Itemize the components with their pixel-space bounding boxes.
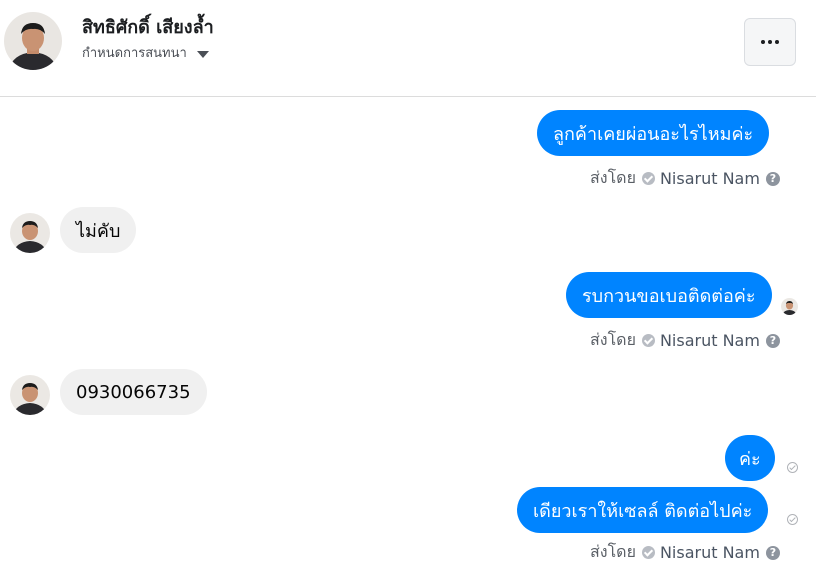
delivered-check-icon — [787, 462, 798, 473]
more-options-icon — [761, 40, 779, 44]
incoming-message[interactable]: 0930066735 — [60, 369, 207, 415]
help-icon[interactable]: ? — [765, 545, 780, 560]
outgoing-message[interactable]: ลูกค้าเคยผ่อนอะไรไหมค่ะ — [537, 110, 770, 156]
help-icon[interactable]: ? — [765, 171, 780, 186]
sent-by-info: ส่งโดย Nisarut Nam ? — [590, 540, 780, 565]
verified-check-icon — [641, 172, 655, 185]
delivered-check-icon — [787, 514, 798, 525]
sent-by-label: ส่งโดย — [590, 168, 636, 187]
sent-by-info: ส่งโดย Nisarut Nam ? — [590, 328, 780, 353]
outgoing-message[interactable]: ค่ะ — [725, 435, 775, 481]
conversation-schedule-dropdown[interactable]: กำหนดการสนทนา — [82, 42, 209, 63]
caret-down-icon — [196, 50, 209, 58]
sent-by-info: ส่งโดย Nisarut Nam ? — [590, 166, 780, 191]
contact-name[interactable]: สิทธิศักดิ์ เสียงล้ำ — [82, 12, 214, 41]
verified-check-icon — [641, 546, 655, 559]
conversation-schedule-label: กำหนดการสนทนา — [82, 46, 187, 61]
contact-avatar-small[interactable] — [10, 375, 50, 415]
sender-name[interactable]: Nisarut Nam — [660, 169, 760, 188]
seen-avatar — [781, 298, 798, 315]
outgoing-message[interactable]: รบกวนขอเบอติดต่อค่ะ — [566, 272, 772, 318]
sent-by-label: ส่งโดย — [590, 542, 636, 561]
more-options-button[interactable] — [744, 18, 796, 66]
incoming-message[interactable]: ไม่คับ — [60, 207, 137, 253]
conversation-header: สิทธิศักดิ์ เสียงล้ำ กำหนดการสนทนา — [0, 0, 816, 97]
sender-name[interactable]: Nisarut Nam — [660, 543, 760, 562]
verified-check-icon — [641, 334, 655, 347]
contact-avatar[interactable] — [4, 12, 62, 70]
sent-by-label: ส่งโดย — [590, 330, 636, 349]
contact-avatar-small[interactable] — [10, 213, 50, 253]
help-icon[interactable]: ? — [765, 333, 780, 348]
sender-name[interactable]: Nisarut Nam — [660, 331, 760, 350]
outgoing-message[interactable]: เดียวเราให้เซลล์ ติดต่อไปค่ะ — [517, 487, 769, 533]
